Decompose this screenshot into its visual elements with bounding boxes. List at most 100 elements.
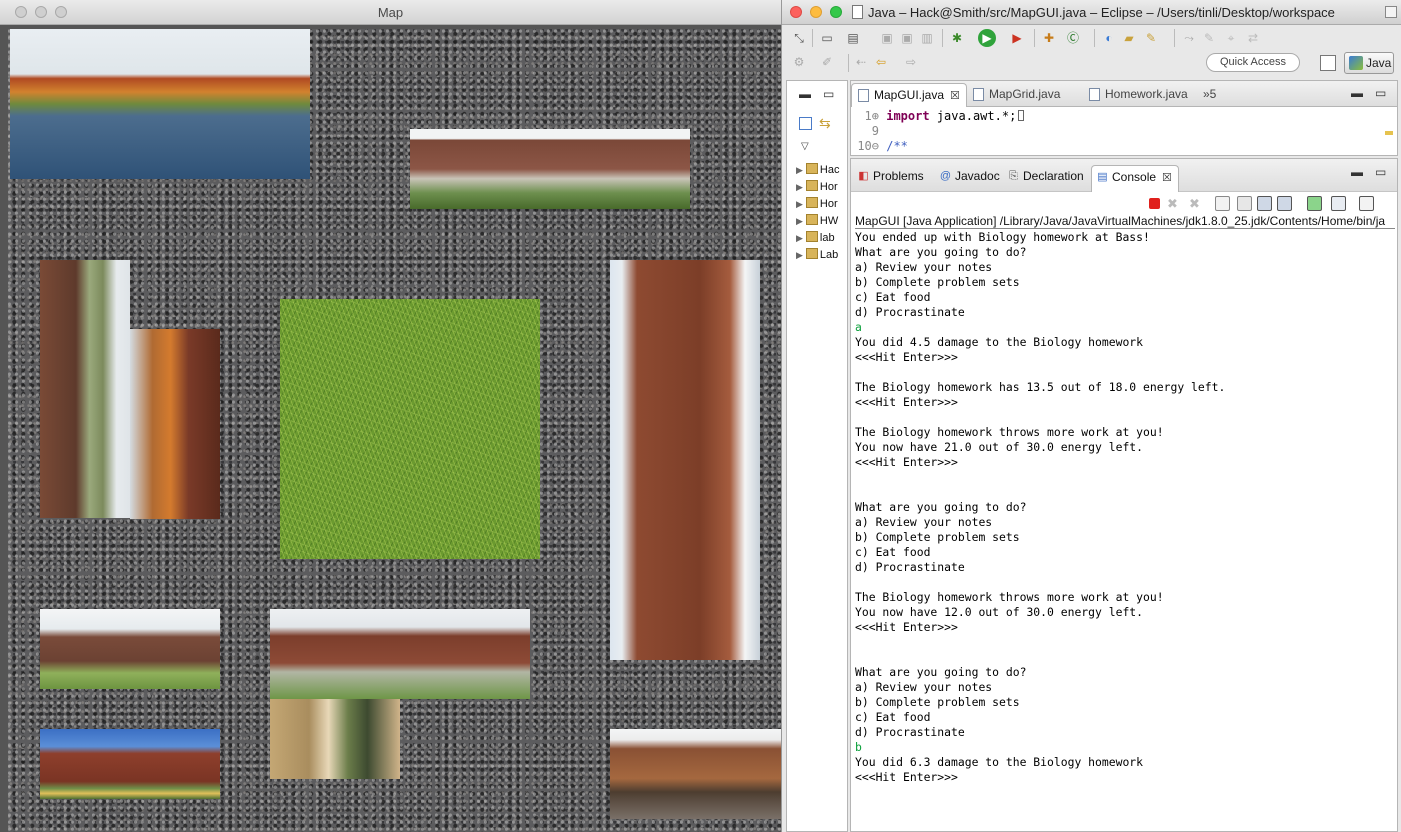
code-line[interactable]: 9 (851, 124, 879, 138)
fullscreen-icon[interactable] (1385, 6, 1397, 18)
quick-access-input[interactable]: Quick Access (1206, 53, 1300, 72)
minimize-icon[interactable]: ▬ (1351, 165, 1363, 179)
console-output-line: d) Procrastinate (855, 560, 965, 574)
tab-overflow[interactable]: »5 (1203, 83, 1216, 107)
pin-editor-icon[interactable]: ⌖ (1222, 29, 1240, 47)
link-editor-icon[interactable]: ⇆ (819, 115, 831, 132)
dorm-tile[interactable] (40, 260, 130, 518)
remove-launch-icon[interactable]: ✖ (1167, 196, 1182, 211)
tab-mapgrid[interactable]: MapGrid.java (967, 83, 1060, 107)
pin-console-icon[interactable] (1307, 196, 1322, 211)
minimize-icon[interactable]: ▬ (1351, 86, 1363, 100)
house-tile[interactable] (40, 729, 220, 799)
tab-problems[interactable]: ◧ Problems (853, 165, 923, 192)
pin-icon[interactable]: ⤡ (790, 29, 808, 47)
new-package-icon[interactable]: ✚ (1040, 29, 1058, 47)
maximize-icon[interactable]: ▭ (1375, 86, 1386, 100)
close-tab-icon[interactable]: ☒ (950, 90, 960, 102)
tab-declaration[interactable]: ⎘ Declaration (1003, 165, 1084, 192)
console-output-line: <<<Hit Enter>>> (855, 770, 958, 784)
project-item[interactable]: ▶ Hor (796, 180, 838, 193)
close-button[interactable] (790, 6, 802, 18)
project-item[interactable]: ▶ Hac (796, 163, 839, 176)
new-project-icon[interactable]: ▤ (844, 29, 862, 47)
scroll-lock-icon[interactable] (1237, 196, 1252, 211)
lake-boathouse-tile[interactable] (10, 29, 310, 179)
show-on-error-icon[interactable] (1277, 196, 1292, 211)
console-input-line: b (855, 740, 862, 754)
debug-icon[interactable]: ✱ (948, 29, 966, 47)
building-tile[interactable] (410, 129, 690, 209)
store-tile[interactable] (610, 729, 781, 819)
console-toolbar: ✖ ✖ (851, 192, 1397, 216)
project-item[interactable]: ▶ Lab (796, 248, 838, 261)
search-tool-icon[interactable]: ✎ (1142, 29, 1160, 47)
minimize-icon[interactable]: ▬ (799, 87, 811, 101)
maximize-icon[interactable]: ▭ (823, 87, 834, 101)
zoom-button[interactable] (830, 6, 842, 18)
code-line[interactable]: 1⊕ import java.awt.*; (851, 109, 1025, 123)
java-perspective-button[interactable]: Java (1344, 52, 1394, 74)
console-output-line: a) Review your notes (855, 515, 993, 529)
console-output-line: You did 4.5 damage to the Biology homewo… (855, 335, 1144, 349)
annotation-icon[interactable]: ✐ (818, 53, 836, 71)
terminate-icon[interactable] (1149, 198, 1160, 209)
toggle-icon[interactable]: ⇄ (1244, 29, 1262, 47)
new-icon[interactable]: ▭ (818, 29, 836, 47)
science-building-tile[interactable] (40, 609, 220, 689)
console-output[interactable]: You ended up with Biology homework at Ba… (855, 230, 1395, 830)
external-tools-icon[interactable]: ▶ (1008, 29, 1026, 47)
collapse-all-icon[interactable] (799, 117, 812, 130)
back-arrow-icon[interactable]: ⇦ (872, 53, 890, 71)
open-console-icon[interactable] (1359, 196, 1374, 211)
new-class-icon[interactable]: Ⓒ (1064, 29, 1082, 47)
grass-quad-tile[interactable] (280, 299, 540, 559)
open-type-icon[interactable]: ◐ (1100, 29, 1118, 47)
tab-mapgui[interactable]: MapGUI.java ☒ (851, 83, 967, 107)
map-canvas[interactable] (8, 29, 781, 832)
print-icon[interactable]: ▥ (918, 29, 936, 47)
next-annotation-icon[interactable]: ⤳ (1180, 29, 1198, 47)
campus-hall-tile[interactable] (270, 609, 530, 699)
overview-marker[interactable] (1385, 131, 1393, 135)
tab-console[interactable]: ▤ Console ☒ (1091, 165, 1179, 192)
close-tab-icon[interactable]: ☒ (1162, 172, 1172, 184)
save-icon[interactable]: ▣ (878, 29, 896, 47)
java-file-icon (973, 88, 984, 101)
console-output-line: d) Procrastinate (855, 725, 965, 739)
console-output-line: d) Procrastinate (855, 305, 965, 319)
open-folder-icon[interactable]: ▰ (1120, 29, 1138, 47)
library-tile[interactable] (270, 699, 400, 779)
console-output-line: What are you going to do? (855, 665, 1027, 679)
show-on-output-icon[interactable] (1257, 196, 1272, 211)
code-line[interactable]: 10⊖ /** (851, 139, 908, 153)
maximize-icon[interactable]: ▭ (1375, 165, 1386, 179)
console-input-line: a (855, 320, 862, 334)
remove-all-icon[interactable]: ✖ (1189, 196, 1204, 211)
edit-icon[interactable]: ✎ (1200, 29, 1218, 47)
clear-console-icon[interactable] (1215, 196, 1230, 211)
project-item[interactable]: ▶ Hor (796, 197, 838, 210)
forward-arrow-icon[interactable]: ⇨ (902, 53, 920, 71)
minimize-button[interactable] (810, 6, 822, 18)
save-all-icon[interactable]: ▣ (898, 29, 916, 47)
view-menu-icon[interactable]: ▽ (801, 141, 809, 152)
tool-icon[interactable]: ⚙ (790, 53, 808, 71)
console-output-line: <<<Hit Enter>>> (855, 395, 958, 409)
display-console-icon[interactable] (1331, 196, 1346, 211)
project-item[interactable]: ▶ lab (796, 231, 835, 244)
project-item[interactable]: ▶ HW (796, 214, 838, 227)
at-icon: @ (939, 170, 952, 182)
eclipse-window: Java – Hack@Smith/src/MapGUI.java – Ecli… (781, 0, 1401, 832)
tab-javadoc[interactable]: @ Javadoc (935, 165, 1000, 192)
brick-hall-tile[interactable] (610, 260, 760, 660)
tab-homework[interactable]: Homework.java (1083, 83, 1188, 107)
console-tabs: ◧ Problems @ Javadoc ⎘ Declaration ▤ Con… (851, 159, 1397, 192)
open-perspective-icon[interactable] (1320, 55, 1336, 71)
last-edit-icon[interactable]: ⇠ (852, 53, 870, 71)
main-toolbar: ⤡ ▭ ▤ ▣ ▣ ▥ ✱ ▶ ▶ ✚ Ⓒ ◐ ▰ ✎ ⤳ ✎ ⌖ ⇄ (782, 25, 1401, 51)
autumn-dorm-tile[interactable] (130, 329, 220, 519)
run-icon[interactable]: ▶ (978, 29, 996, 47)
console-output-line: c) Eat food (855, 710, 931, 724)
